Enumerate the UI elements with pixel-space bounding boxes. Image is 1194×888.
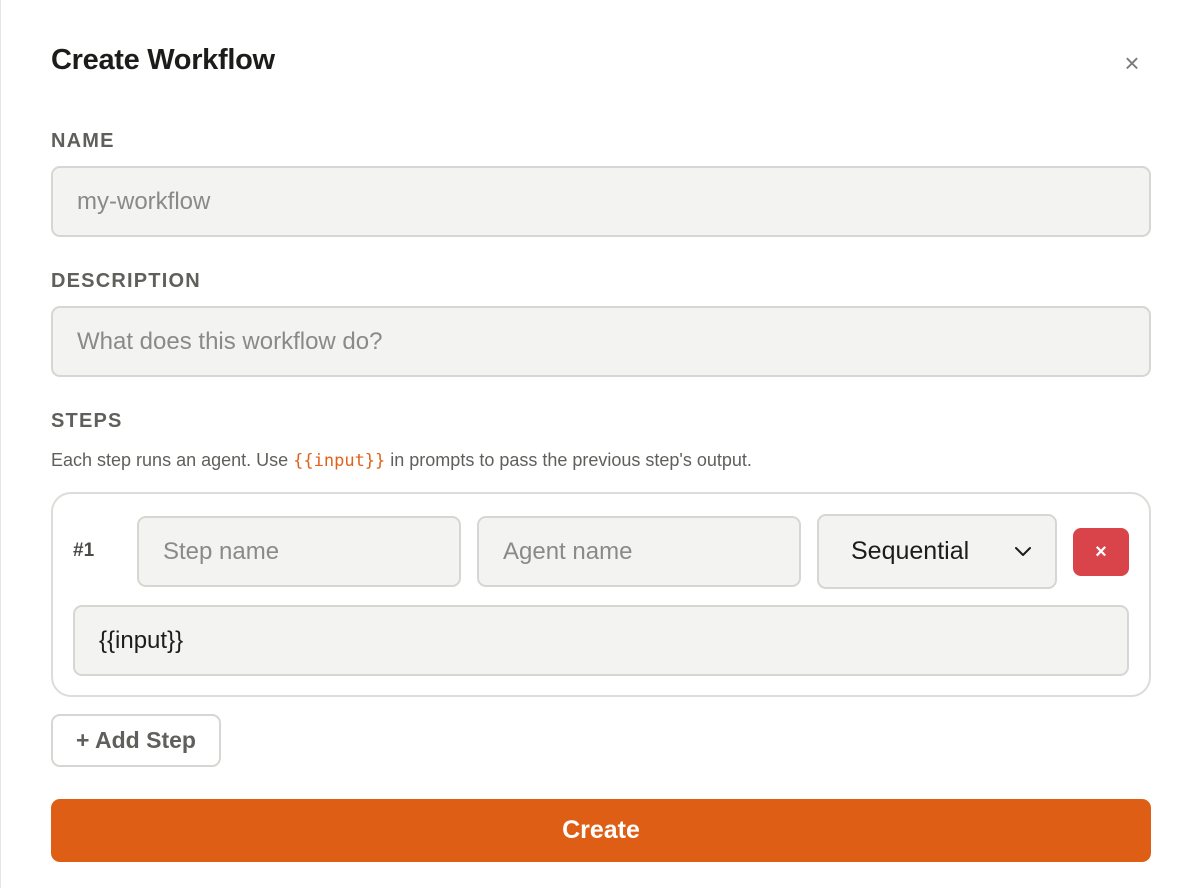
steps-hint: Each step runs an agent. Use {{input}} i… bbox=[51, 450, 752, 471]
input-placeholder-code: {{input}} bbox=[293, 451, 386, 471]
step-mode-value: Sequential bbox=[851, 537, 970, 565]
name-input[interactable] bbox=[51, 166, 1151, 237]
description-input[interactable] bbox=[51, 306, 1151, 377]
add-step-button[interactable]: + Add Step bbox=[51, 714, 221, 767]
description-label: DESCRIPTION bbox=[51, 270, 201, 292]
chevron-down-icon bbox=[1013, 542, 1033, 562]
create-workflow-dialog: Create Workflow × NAME DESCRIPTION STEPS… bbox=[0, 0, 1194, 888]
close-button[interactable]: × bbox=[1117, 48, 1147, 78]
steps-hint-suffix: in prompts to pass the previous step's o… bbox=[385, 450, 752, 470]
step-prompt-input[interactable] bbox=[73, 605, 1129, 676]
remove-step-button[interactable]: × bbox=[1073, 528, 1129, 576]
name-label: NAME bbox=[51, 130, 115, 152]
step-name-input[interactable] bbox=[137, 516, 461, 587]
steps-label: STEPS bbox=[51, 410, 123, 432]
close-icon: × bbox=[1124, 47, 1140, 78]
dialog-title: Create Workflow bbox=[51, 44, 275, 76]
step-mode-select[interactable]: Sequential bbox=[817, 514, 1057, 589]
agent-name-input[interactable] bbox=[477, 516, 801, 587]
close-icon: × bbox=[1095, 540, 1107, 563]
step-number: #1 bbox=[73, 540, 95, 561]
steps-hint-prefix: Each step runs an agent. Use bbox=[51, 450, 294, 470]
create-button[interactable]: Create bbox=[51, 799, 1151, 862]
